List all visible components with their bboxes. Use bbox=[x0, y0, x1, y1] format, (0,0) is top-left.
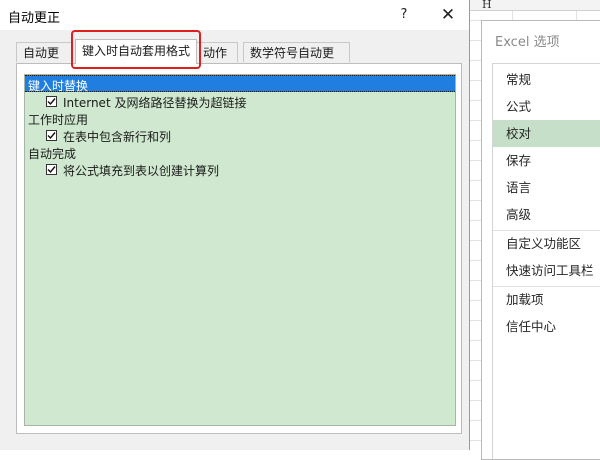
options-window-title: Excel 选项 bbox=[495, 35, 560, 50]
checkbox-include-new-rows-columns[interactable] bbox=[46, 130, 57, 141]
close-button[interactable]: ✕ bbox=[434, 4, 462, 26]
column-letter-h: H bbox=[482, 0, 492, 11]
section-apply-as-you-work: 工作时应用 bbox=[28, 113, 89, 127]
checkmark-icon bbox=[47, 166, 56, 174]
nav-item-quick-access-toolbar[interactable]: 快速访问工具栏 bbox=[493, 257, 600, 284]
nav-item-advanced[interactable]: 高级 bbox=[493, 201, 600, 228]
autocorrect-dialog: 自动更正 ? ✕ 自动更正 键入时自动套用格式 动作 数学符号自动更正 键入时替… bbox=[0, 0, 470, 450]
dialog-title: 自动更正 bbox=[8, 11, 61, 26]
nav-item-proofing[interactable]: 校对 bbox=[493, 120, 600, 147]
nav-item-customize-ribbon[interactable]: 自定义功能区 bbox=[493, 230, 600, 257]
checkbox-fill-formulas[interactable] bbox=[46, 164, 57, 175]
section-heading: 键入时替换 bbox=[28, 79, 89, 93]
tab-actions[interactable]: 动作 bbox=[196, 42, 238, 62]
section-replace-as-you-type[interactable]: 键入时替换 bbox=[25, 75, 455, 93]
nav-item-trust-center[interactable]: 信任中心 bbox=[493, 313, 600, 340]
checkbox-label: 在表中包含新行和列 bbox=[63, 130, 172, 144]
checkbox-internet-hyperlinks[interactable] bbox=[46, 96, 57, 107]
tab-highlight-box bbox=[71, 30, 201, 69]
tab-panel: 键入时替换 Internet 及网络路径替换为超链接 工作时应用 在表中包含新行… bbox=[16, 63, 462, 434]
excel-options-window: Excel 选项 常规 公式 校对 保存 语言 高级 自定义功能区 快速访问工具… bbox=[481, 20, 600, 460]
dialog-title-bar: 自动更正 ? ✕ bbox=[0, 0, 469, 30]
tab-math-autocorrect[interactable]: 数学符号自动更正 bbox=[243, 42, 350, 80]
checkbox-label: 将公式填充到表以创建计算列 bbox=[63, 164, 220, 178]
tab-autocorrect[interactable]: 自动更正 bbox=[16, 42, 73, 80]
nav-item-add-ins[interactable]: 加载项 bbox=[493, 286, 600, 313]
options-list: 键入时替换 Internet 及网络路径替换为超链接 工作时应用 在表中包含新行… bbox=[24, 74, 456, 426]
section-automatic-as-you-work: 自动完成 bbox=[28, 147, 77, 161]
nav-item-general[interactable]: 常规 bbox=[493, 66, 600, 93]
checkmark-icon bbox=[47, 98, 56, 106]
nav-item-save[interactable]: 保存 bbox=[493, 147, 600, 174]
options-nav: 常规 公式 校对 保存 语言 高级 自定义功能区 快速访问工具栏 加载项 信任中… bbox=[492, 63, 600, 459]
checkmark-icon bbox=[47, 132, 56, 140]
nav-item-language[interactable]: 语言 bbox=[493, 174, 600, 201]
nav-item-formulas[interactable]: 公式 bbox=[493, 93, 600, 120]
help-button[interactable]: ? bbox=[392, 4, 416, 26]
checkbox-label: Internet 及网络路径替换为超链接 bbox=[63, 96, 247, 110]
